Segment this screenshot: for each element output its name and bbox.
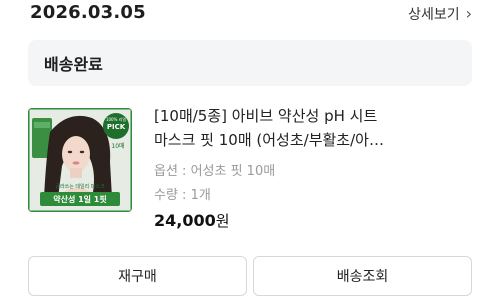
track-delivery-button[interactable]: 배송조회 xyxy=(253,256,472,296)
price-amount: 24,000 xyxy=(154,211,216,230)
order-detail-link[interactable]: 상세보기 › xyxy=(408,4,472,24)
product-option: 옵션 : 어성초 핏 10매 xyxy=(154,164,276,179)
delivery-status-label: 배송완료 xyxy=(44,55,103,74)
order-detail-link-label: 상세보기 xyxy=(408,7,460,23)
order-date: 2026.03.05 xyxy=(30,2,146,23)
chevron-right-icon: › xyxy=(465,4,472,23)
product-title-line-1: [10매/5종] 아비브 약산성 pH 시트 xyxy=(154,107,378,125)
product-title-line-2: 마스크 핏 10매 (어성초/부활초/아… xyxy=(154,131,384,149)
caption-main-text: 약산성 1일 1핏 xyxy=(53,194,107,204)
delivery-status-bar: 배송완료 xyxy=(28,40,472,86)
badge-top-text: 100% 리얼 xyxy=(106,116,126,122)
badge-count-text: 10매 xyxy=(111,142,124,150)
price-unit: 원 xyxy=(215,212,230,230)
product-thumbnail[interactable]: 100% 리얼 PICK 10매 골라쓰는 데일리 마스크 약산성 1일 1핏 xyxy=(28,108,132,212)
caption-small-text: 골라쓰는 데일리 마스크 xyxy=(55,183,105,190)
product-quantity: 수량 : 1개 xyxy=(154,188,211,203)
product-price: 24,000원 xyxy=(154,210,230,231)
product-title[interactable]: [10매/5종] 아비브 약산성 pH 시트 마스크 핏 10매 (어성초/부활… xyxy=(154,104,464,152)
badge-main-text: PICK xyxy=(107,123,126,131)
rebuy-button[interactable]: 재구매 xyxy=(28,256,247,296)
